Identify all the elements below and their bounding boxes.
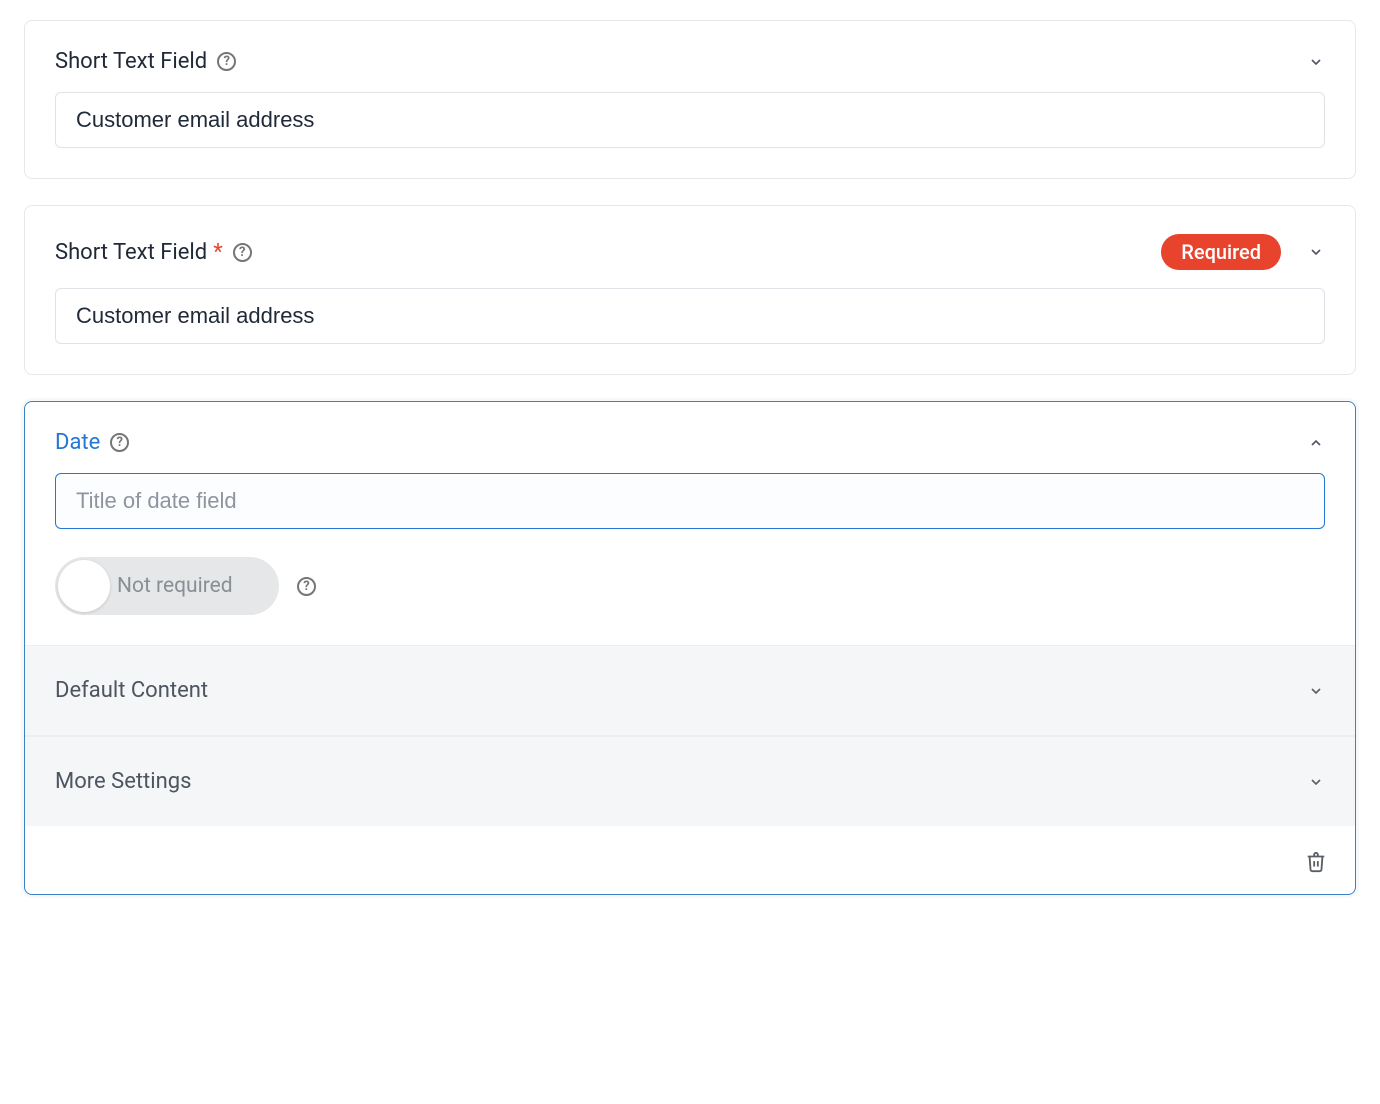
field-type-label: Short Text Field [55, 49, 207, 74]
field-card-short-text-1: Short Text Field ? [24, 20, 1356, 179]
required-badge: Required [1161, 234, 1281, 270]
field-type-label: Date [55, 430, 100, 455]
field-header[interactable]: Short Text Field ? [55, 49, 1325, 74]
help-icon[interactable]: ? [233, 243, 252, 262]
toggle-knob [58, 560, 110, 612]
chevron-down-icon[interactable] [1307, 243, 1325, 261]
help-icon[interactable]: ? [110, 433, 129, 452]
field-title-input[interactable] [55, 288, 1325, 344]
default-content-section[interactable]: Default Content [25, 645, 1355, 735]
help-icon[interactable]: ? [297, 577, 316, 596]
required-asterisk-icon: * [213, 240, 222, 265]
field-type-label: Short Text Field [55, 240, 207, 265]
more-settings-section[interactable]: More Settings [25, 735, 1355, 826]
toggle-label: Not required [117, 574, 233, 598]
field-footer [25, 826, 1355, 894]
chevron-up-icon[interactable] [1307, 434, 1325, 452]
chevron-down-icon [1307, 682, 1325, 700]
trash-icon[interactable] [1305, 850, 1327, 874]
chevron-down-icon [1307, 773, 1325, 791]
required-toggle[interactable]: Not required [55, 557, 279, 615]
field-header[interactable]: Short Text Field * ? Required [55, 234, 1325, 270]
field-card-short-text-2: Short Text Field * ? Required [24, 205, 1356, 375]
field-header[interactable]: Date ? [55, 430, 1325, 455]
field-card-date: Date ? Not required ? Default Content Mo… [24, 401, 1356, 895]
chevron-down-icon[interactable] [1307, 53, 1325, 71]
help-icon[interactable]: ? [217, 52, 236, 71]
field-title-input[interactable] [55, 92, 1325, 148]
section-label: Default Content [55, 678, 208, 703]
section-label: More Settings [55, 769, 191, 794]
field-title-input[interactable] [55, 473, 1325, 529]
